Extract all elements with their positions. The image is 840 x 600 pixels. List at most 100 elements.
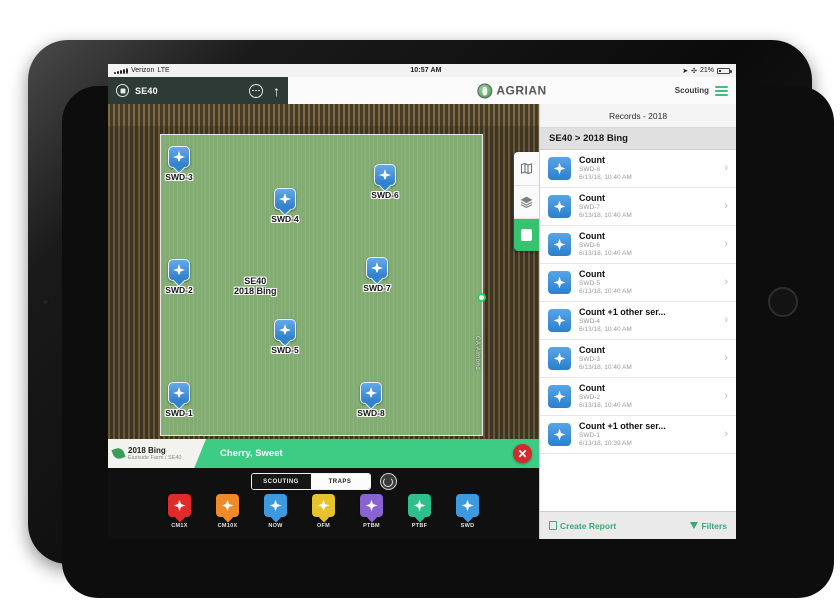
trap-button-now[interactable]: NOW xyxy=(261,494,291,529)
hamburger-menu-icon[interactable] xyxy=(715,85,728,96)
clock-label: 10:57 AM xyxy=(410,67,442,74)
record-station: SWD-2 xyxy=(579,394,600,402)
close-x-icon[interactable]: ✕ xyxy=(513,444,532,463)
record-text: Count SWD-8 6/13/18, 10:40 AM xyxy=(579,155,716,182)
front-camera-icon xyxy=(42,298,49,306)
create-report-label: Create Report xyxy=(560,520,617,531)
trap-insect-icon xyxy=(264,494,287,517)
map-type-button[interactable] xyxy=(514,152,539,185)
chevron-right-icon[interactable]: › xyxy=(724,315,730,326)
bottom-toolbar: SCOUTING TRAPS CM1X CM10X NOW OFM PTBM PTBF SWD xyxy=(108,468,539,539)
record-row[interactable]: Count SWD-6 6/13/18, 10:40 AM › xyxy=(540,226,736,264)
record-row[interactable]: Count SWD-8 6/13/18, 10:40 AM › xyxy=(540,150,736,188)
record-station: SWD-1 xyxy=(579,432,600,440)
map-pin-swd-5[interactable]: SWD-5 xyxy=(270,319,300,355)
chevron-right-icon[interactable]: › xyxy=(724,163,730,174)
chevron-right-icon[interactable]: › xyxy=(724,239,730,250)
home-button[interactable] xyxy=(768,287,798,317)
map-pin-swd-7[interactable]: SWD-7 xyxy=(362,257,392,293)
record-title: Count xyxy=(579,345,605,356)
chevron-right-icon[interactable]: › xyxy=(724,391,730,402)
trap-button-label: PTBM xyxy=(363,523,380,529)
map-pin-swd-2[interactable]: SWD-2 xyxy=(164,259,194,295)
crop-title: 2018 Bing xyxy=(128,445,166,455)
orchard-top-band xyxy=(108,104,539,126)
trap-insect-icon xyxy=(168,259,190,281)
crop-subtitle: Eastside Farm / SE40 xyxy=(128,454,182,461)
filters-button[interactable]: Filters xyxy=(690,521,727,531)
share-up-arrow-icon[interactable]: ↑ xyxy=(273,84,280,98)
record-timestamp: 6/13/18, 10:40 AM xyxy=(579,173,632,181)
trap-insect-icon xyxy=(168,494,191,517)
field-vertex-handle[interactable] xyxy=(477,293,486,302)
record-row[interactable]: Count +1 other ser... SWD-1 6/13/18, 10:39… xyxy=(540,416,736,454)
segment-scouting[interactable]: SCOUTING xyxy=(251,474,311,489)
trap-button-ptbm[interactable]: PTBM xyxy=(357,494,387,529)
map-pin-swd-4[interactable]: SWD-4 xyxy=(270,188,300,224)
record-timestamp: 6/13/18, 10:40 AM xyxy=(579,249,632,257)
chevron-right-icon[interactable]: › xyxy=(724,429,730,440)
crop-banner: 2018 Bing Eastside Farm / SE40 Cherry, S… xyxy=(108,439,539,468)
trap-button-swd[interactable]: SWD xyxy=(453,494,483,529)
field-target-icon[interactable] xyxy=(116,84,129,97)
layers-icon xyxy=(520,196,533,208)
tablet-screen: Verizon LTE 10:57 AM ➤ ✣ 21% SE40 ↑ AGRI… xyxy=(108,64,736,539)
trap-button-label: CM1X xyxy=(171,523,188,529)
trap-button-label: NOW xyxy=(268,523,283,529)
record-row[interactable]: Count SWD-2 6/13/18, 10:40 AM › xyxy=(540,378,736,416)
field-boundary-polygon[interactable] xyxy=(160,134,483,436)
record-row[interactable]: Count SWD-7 6/13/18, 10:40 AM › xyxy=(540,188,736,226)
trap-insect-icon xyxy=(168,382,190,404)
ellipsis-circle-icon[interactable] xyxy=(249,83,263,98)
trap-insect-icon xyxy=(360,494,383,517)
record-title: Count xyxy=(579,231,605,242)
record-title: Count +1 other ser... xyxy=(579,421,666,432)
map-pin-swd-6[interactable]: SWD-6 xyxy=(370,164,400,200)
layers-button[interactable] xyxy=(514,185,539,218)
trap-button-label: CM10X xyxy=(217,523,238,529)
records-panel: Records - 2018 SE40 > 2018 Bing Count SWD… xyxy=(539,104,736,539)
trap-insect-icon xyxy=(548,309,571,332)
segment-traps[interactable]: TRAPS xyxy=(310,474,370,489)
trap-insect-icon xyxy=(548,195,571,218)
field-name-label: SE40 2018 Bing xyxy=(234,276,277,297)
battery-icon xyxy=(717,67,732,74)
records-footer: Create Report Filters xyxy=(540,511,736,539)
chevron-right-icon[interactable]: › xyxy=(724,353,730,364)
trap-insect-icon xyxy=(312,494,335,517)
note-icon xyxy=(521,229,532,241)
record-text: Count SWD-2 6/13/18, 10:40 AM xyxy=(579,383,716,410)
trap-button-cm10x[interactable]: CM10X xyxy=(213,494,243,529)
carrier-label: Verizon xyxy=(131,67,155,74)
scouting-traps-segmented-control[interactable]: SCOUTING TRAPS xyxy=(250,473,371,490)
record-row[interactable]: Count SWD-5 6/13/18, 10:40 AM › xyxy=(540,264,736,302)
record-station: SWD-6 xyxy=(579,242,600,250)
records-list[interactable]: Count SWD-8 6/13/18, 10:40 AM › Count SWD-7 6/… xyxy=(540,150,736,511)
map-pin-swd-3[interactable]: SWD-3 xyxy=(164,146,194,182)
record-row[interactable]: Count +1 other ser... SWD-4 6/13/18, 10:40… xyxy=(540,302,736,340)
record-timestamp: 6/13/18, 10:40 AM xyxy=(579,211,632,219)
chevron-right-icon[interactable]: › xyxy=(724,277,730,288)
map-view[interactable]: CA Almond SE40 2018 Bing SWD-3 SWD-6 SWD-4… xyxy=(108,104,539,539)
map-pin-swd-8[interactable]: SWD-8 xyxy=(356,382,386,418)
status-bar-right: ➤ ✣ 21% xyxy=(682,67,732,75)
bluetooth-icon: ✣ xyxy=(691,67,697,75)
ios-status-bar: Verizon LTE 10:57 AM ➤ ✣ 21% xyxy=(108,64,736,77)
trap-button-ofm[interactable]: OFM xyxy=(309,494,339,529)
trap-insect-icon xyxy=(408,494,431,517)
refresh-circle-icon[interactable] xyxy=(379,473,397,490)
app-body: CA Almond SE40 2018 Bing SWD-3 SWD-6 SWD-4… xyxy=(108,104,736,539)
chevron-right-icon[interactable]: › xyxy=(724,201,730,212)
field-name-line1: SE40 xyxy=(244,276,267,286)
notes-button[interactable] xyxy=(514,218,539,251)
crop-chip[interactable]: 2018 Bing Eastside Farm / SE40 xyxy=(108,439,206,468)
trap-insect-icon xyxy=(548,385,571,408)
map-pin-swd-1[interactable]: SWD-1 xyxy=(164,382,194,418)
crop-commodity-label: Cherry, Sweet xyxy=(220,448,283,459)
record-row[interactable]: Count SWD-3 6/13/18, 10:40 AM › xyxy=(540,340,736,378)
trap-button-cm1x[interactable]: CM1X xyxy=(165,494,195,529)
nav-bar-left-section: SE40 ↑ xyxy=(108,77,288,104)
create-report-button[interactable]: Create Report xyxy=(549,521,616,531)
trap-button-ptbf[interactable]: PTBF xyxy=(405,494,435,529)
trap-type-row: CM1X CM10X NOW OFM PTBM PTBF SWD xyxy=(108,494,539,529)
